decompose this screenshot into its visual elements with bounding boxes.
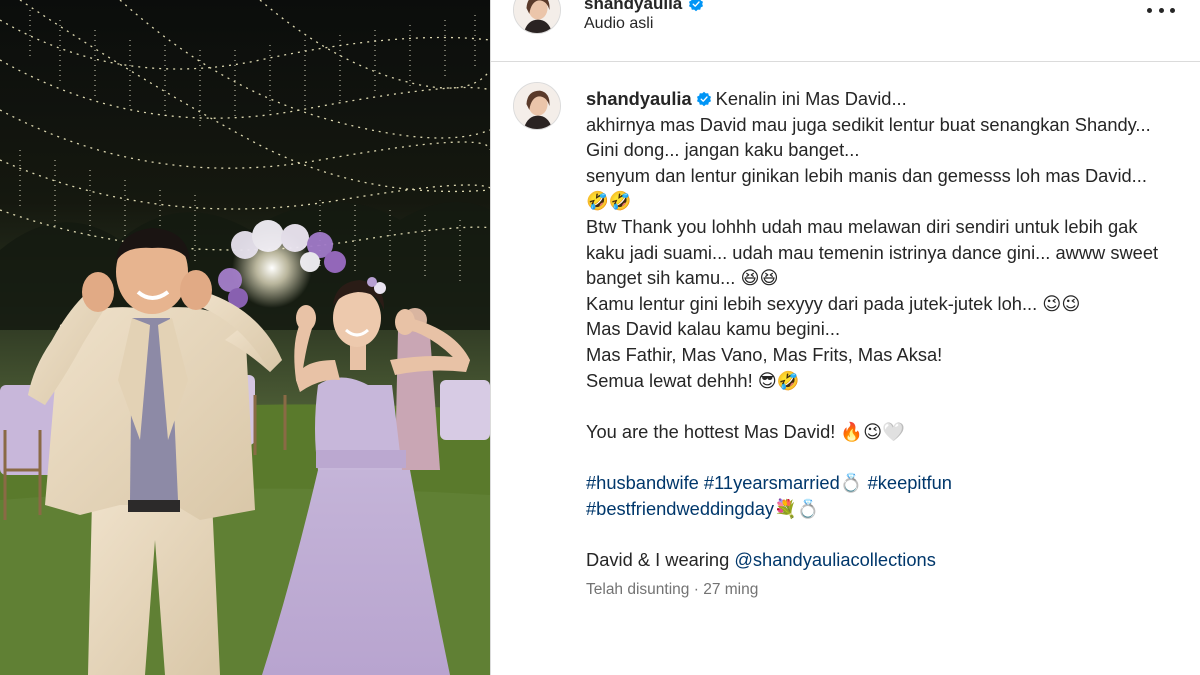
post-details-panel: shandyaulia Audio asli shandyaulia Kenali… bbox=[490, 0, 1200, 675]
more-options-icon-dot bbox=[1170, 7, 1175, 13]
header-username[interactable]: shandyaulia bbox=[584, 0, 704, 14]
mention-link[interactable]: @shandyauliacollections bbox=[734, 549, 936, 570]
caption-line: Mas Fathir, Mas Vano, Mas Frits, Mas Aks… bbox=[586, 343, 943, 365]
verified-badge-icon bbox=[696, 91, 712, 107]
more-options-icon-dot bbox=[1158, 7, 1164, 13]
author-avatar[interactable] bbox=[513, 0, 561, 34]
caption-line: Gini dong... jangan kaku banget... bbox=[586, 139, 860, 161]
caption-line: Kamu lentur gini lebih sexyyy dari pada … bbox=[586, 292, 1081, 314]
caption-line: akhirnya mas David mau juga sedikit lent… bbox=[586, 113, 1151, 135]
hashtag-link[interactable]: #keepitfun bbox=[868, 472, 952, 493]
more-options-icon bbox=[1147, 7, 1152, 13]
audio-label[interactable]: Audio asli bbox=[584, 15, 653, 33]
more-options-button[interactable] bbox=[1147, 0, 1175, 20]
caption-line: Mas David kalau kamu begini... bbox=[586, 318, 841, 340]
header-username-text[interactable]: shandyaulia bbox=[584, 0, 682, 14]
caption-line: senyum dan lentur ginikan lebih manis da… bbox=[586, 164, 1147, 186]
caption-text: Kenalin ini Mas David... bbox=[715, 88, 907, 109]
post-media[interactable] bbox=[0, 0, 490, 675]
caption-username[interactable]: shandyaulia bbox=[586, 88, 692, 109]
caption-line: 🤣🤣 bbox=[586, 190, 632, 212]
verified-badge-icon bbox=[688, 0, 704, 12]
caption-line: You are the hottest Mas David! 🔥😉🤍 bbox=[586, 420, 905, 442]
caption-line: Btw Thank you lohhh udah mau melawan dir… bbox=[586, 215, 1159, 289]
caption-author-avatar[interactable] bbox=[513, 82, 561, 130]
meta-separator: · bbox=[689, 581, 704, 599]
caption-first-line: shandyaulia Kenalin ini Mas David... bbox=[586, 86, 1166, 112]
post-caption: shandyaulia Kenalin ini Mas David... akhi… bbox=[586, 86, 1166, 600]
post-time[interactable]: 27 ming bbox=[703, 581, 758, 598]
caption-line: Semua lewat dehhh! 😎🤣 bbox=[586, 369, 800, 391]
wearing-text: David & I wearing bbox=[586, 548, 735, 570]
edited-label: Telah disunting bbox=[586, 581, 690, 599]
hashtag-link[interactable]: #husbandwife bbox=[586, 472, 699, 493]
wearing-line: David & I wearing @shandyauliacollection… bbox=[586, 547, 1166, 573]
post-video-frame bbox=[0, 0, 490, 675]
post-header: shandyaulia Audio asli bbox=[491, 0, 1200, 62]
hashtag-link[interactable]: #11yearsmarried💍 bbox=[704, 472, 863, 493]
hashtags-line: #husbandwife #11yearsmarried💍 #keepitfun bbox=[586, 470, 1166, 496]
hashtag-link[interactable]: #bestfriendweddingday💐💍 bbox=[586, 498, 820, 519]
post-meta: Telah disunting · 27 ming bbox=[586, 580, 1166, 600]
hashtags-line: #bestfriendweddingday💐💍 bbox=[586, 496, 1166, 522]
